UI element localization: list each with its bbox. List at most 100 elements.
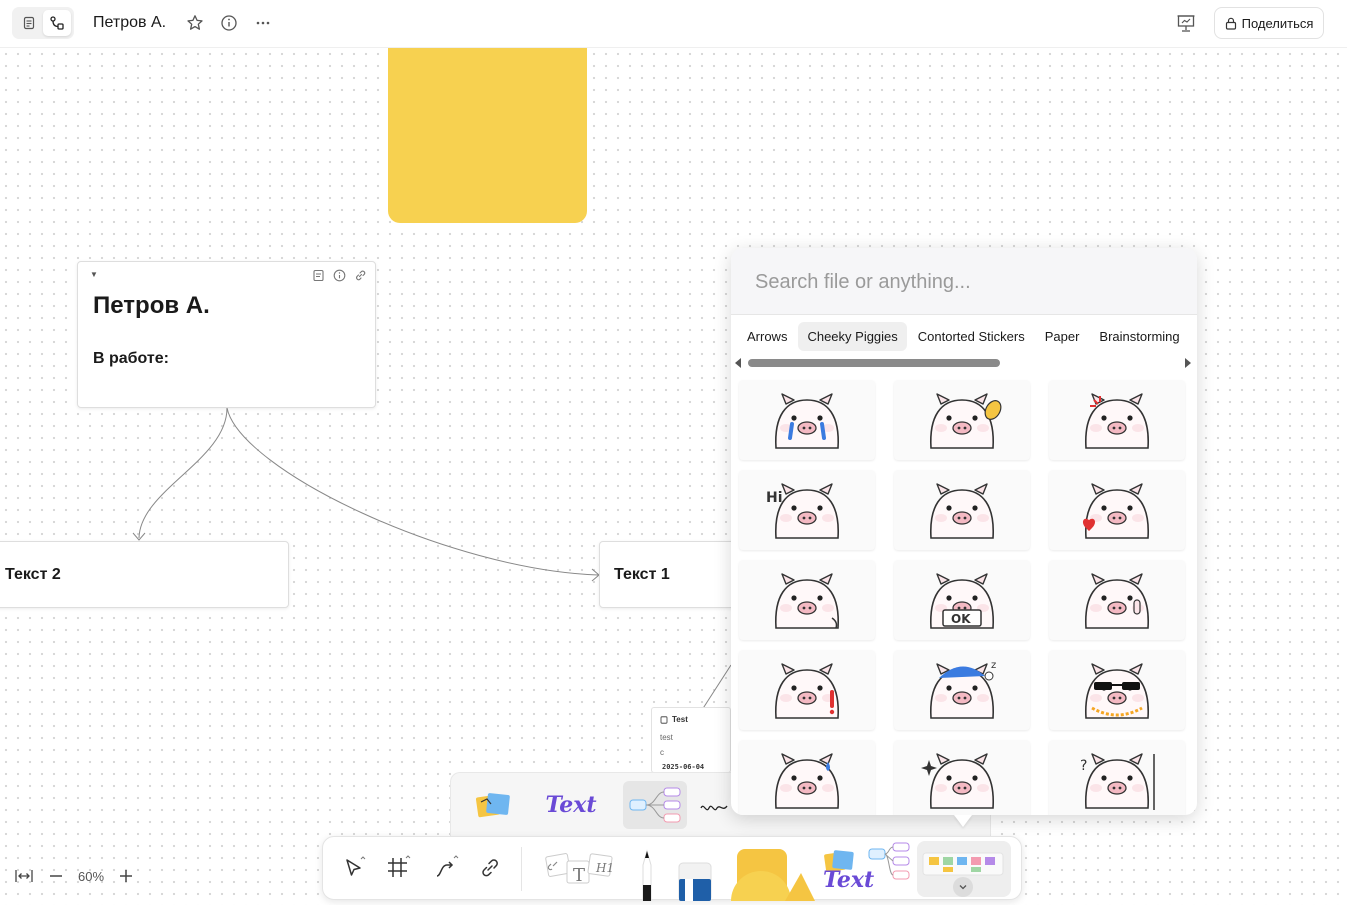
scroll-right-icon[interactable] <box>1185 358 1191 368</box>
linked-doc-title: Test <box>672 715 688 724</box>
sticky-notes-icon <box>475 793 510 818</box>
sticker-panel: Arrows Cheeky Piggies Contorted Stickers… <box>731 248 1197 815</box>
sleepy-cap-pig-icon: z <box>930 660 996 719</box>
note-card[interactable]: ▼ Петров А. В работе: <box>77 261 376 408</box>
linked-doc-date: 2025-06-04 <box>662 763 705 771</box>
link-icon <box>482 859 498 877</box>
angry-pig-sticker[interactable] <box>1049 380 1185 460</box>
sad-pig-sticker[interactable] <box>739 560 875 640</box>
doc-icon <box>660 715 668 724</box>
worried-pig-icon <box>930 483 994 539</box>
board-templates-icon <box>922 852 1004 876</box>
sparkle-pig-sticker[interactable] <box>894 740 1030 815</box>
node-label: Текст 2 <box>5 565 61 583</box>
sparkle-pig-icon <box>921 753 994 809</box>
template-text-label: Text <box>823 867 875 893</box>
pig-with-bread-sticker[interactable] <box>894 380 1030 460</box>
cool-sunglasses-pig-icon <box>1085 663 1149 719</box>
link-tool[interactable] <box>473 851 507 885</box>
open-doc-icon[interactable] <box>312 269 325 282</box>
more-templates-tool[interactable] <box>917 841 1011 897</box>
hi-pig-icon: Hi <box>766 483 839 539</box>
hi-pig-sticker[interactable]: Hi <box>739 470 875 550</box>
zoom-level[interactable]: 60% <box>78 869 104 884</box>
note-title: Петров А. <box>93 292 210 319</box>
mindmap-template[interactable] <box>623 781 687 829</box>
middle-finger-pig-sticker[interactable] <box>1049 560 1185 640</box>
sticker-grid: Hi OK z? <box>739 380 1189 815</box>
note-subheading: В работе: <box>93 350 169 367</box>
linked-doc-line: test <box>660 733 673 742</box>
scribble-icon <box>700 805 728 811</box>
tab-paper[interactable]: Paper <box>1036 322 1089 351</box>
frame-tool[interactable] <box>381 851 415 885</box>
zoom-controls: 60% <box>14 864 134 888</box>
tab-arrows[interactable]: Arrows <box>738 322 796 351</box>
ok-sign-pig-sticker[interactable]: OK <box>894 560 1030 640</box>
zoom-out-icon[interactable] <box>48 868 64 884</box>
eraser-icon <box>678 862 712 901</box>
svg-text:Hi: Hi <box>766 490 783 506</box>
zoom-in-icon[interactable] <box>118 868 134 884</box>
text-tool-glyph: T <box>573 865 586 886</box>
cool-sunglasses-pig-sticker[interactable] <box>1049 650 1185 730</box>
shocked-pig-icon <box>775 663 839 719</box>
expand-templates-button[interactable] <box>953 877 973 897</box>
sweat-pig-sticker[interactable] <box>739 740 875 815</box>
info-icon[interactable] <box>333 269 346 282</box>
pig-with-bread-icon <box>930 393 1002 449</box>
pointer-icon <box>346 856 366 876</box>
fit-to-screen-icon[interactable] <box>14 868 34 884</box>
frame-icon <box>388 855 411 877</box>
sticker-category-tabs: Arrows Cheeky Piggies Contorted Stickers… <box>731 321 1197 351</box>
link-icon[interactable] <box>354 269 367 282</box>
text-template[interactable]: Text <box>537 781 605 829</box>
connector-icon <box>436 855 459 877</box>
handwriting-template[interactable] <box>697 781 733 829</box>
svg-text:z: z <box>991 660 996 671</box>
pen-icon <box>642 849 652 901</box>
collapse-icon[interactable]: ▼ <box>90 270 98 279</box>
sad-pig-icon <box>775 573 839 629</box>
linked-doc-title-row: Test <box>660 715 688 724</box>
svg-text:OK: OK <box>951 612 971 626</box>
select-tool[interactable] <box>337 851 371 885</box>
tab-cheeky-piggies[interactable]: Cheeky Piggies <box>798 321 907 351</box>
question-pig-sticker[interactable]: ? <box>1049 740 1185 815</box>
heart-wink-pig-icon <box>1082 483 1149 539</box>
tab-contorted-stickers[interactable]: Contorted Stickers <box>909 322 1034 351</box>
sticky-notes-template[interactable] <box>465 781 521 829</box>
toolbar-divider <box>521 847 522 891</box>
svg-text:?: ? <box>1080 758 1087 774</box>
question-pig-icon: ? <box>1080 753 1155 810</box>
pen-tool[interactable] <box>635 847 659 901</box>
shapes-icon <box>731 849 815 901</box>
worried-pig-sticker[interactable] <box>894 470 1030 550</box>
mindmap-node-text-1[interactable]: Текст 1 <box>599 541 739 608</box>
shape-tool[interactable] <box>727 849 817 901</box>
sticker-search-input[interactable] <box>755 268 1175 296</box>
card-actions <box>312 269 367 282</box>
scrollbar-thumb[interactable] <box>748 359 1000 367</box>
connector-tool[interactable] <box>429 851 463 885</box>
crying-pig-sticker[interactable] <box>739 380 875 460</box>
scroll-left-icon[interactable] <box>735 358 741 368</box>
node-label: Текст 1 <box>614 565 670 583</box>
mindmap-node-text-2[interactable]: Текст 2 <box>0 541 289 608</box>
panel-pointer <box>954 815 972 827</box>
edgeless-toolbar: T H1 Text <box>322 836 1022 901</box>
heading-tool-glyph: H1 <box>596 861 615 875</box>
linked-doc-card[interactable]: Test test c 2025-06-04 <box>651 707 731 773</box>
chevron-down-icon <box>959 885 967 890</box>
tab-brainstorming[interactable]: Brainstorming <box>1090 322 1188 351</box>
heart-wink-pig-sticker[interactable] <box>1049 470 1185 550</box>
eraser-tool[interactable] <box>675 859 715 901</box>
linked-doc-line: c <box>660 748 664 757</box>
crying-pig-icon <box>775 393 839 449</box>
shocked-pig-sticker[interactable] <box>739 650 875 730</box>
sleepy-cap-pig-sticker[interactable]: z <box>894 650 1030 730</box>
text-template-label: Text <box>545 792 597 818</box>
tabs-scrollbar[interactable] <box>731 354 1197 372</box>
sweat-pig-icon <box>775 753 839 809</box>
panel-search-area <box>731 248 1197 315</box>
